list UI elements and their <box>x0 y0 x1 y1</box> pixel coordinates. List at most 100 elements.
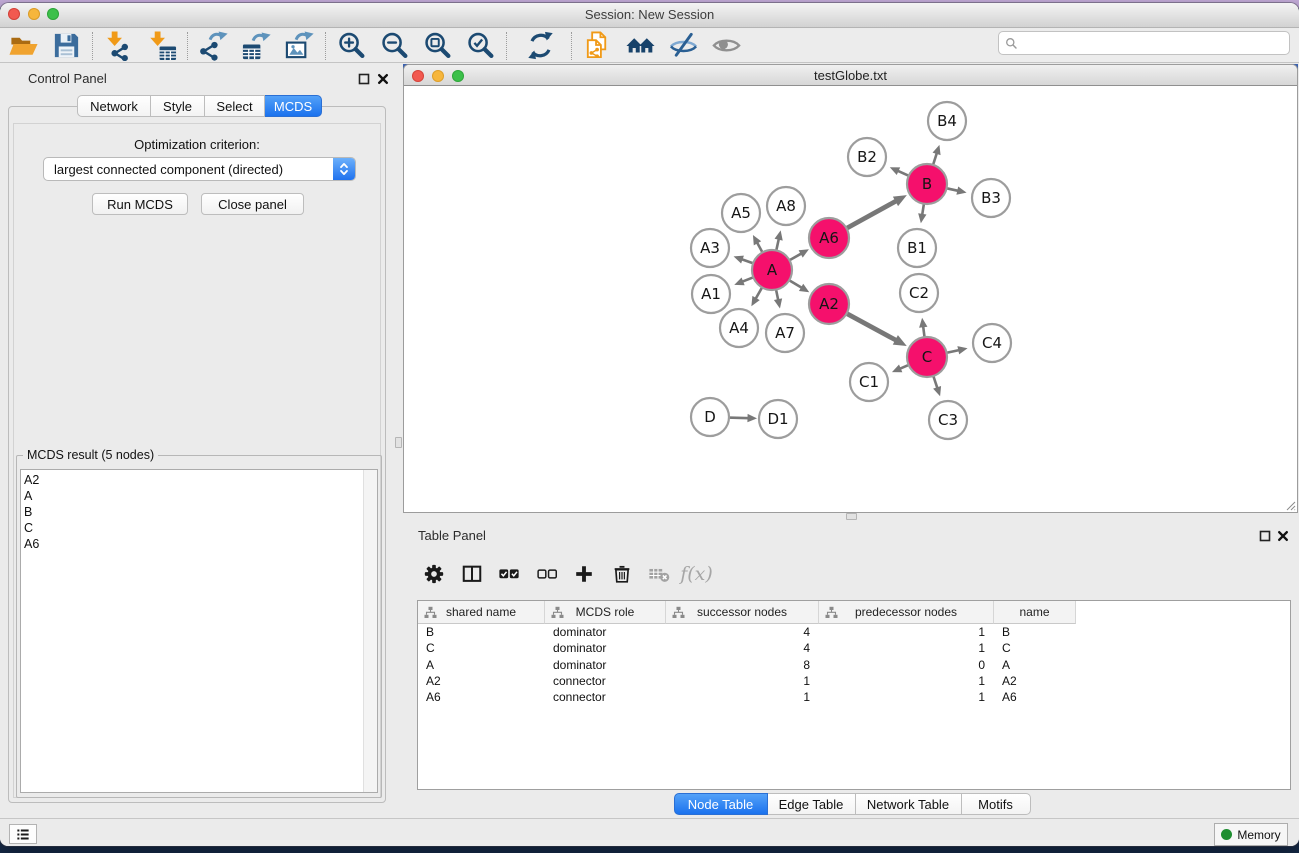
window-titlebar: Session: New Session <box>0 3 1299 28</box>
duplicate-network-button[interactable] <box>580 29 614 63</box>
run-mcds-button[interactable]: Run MCDS <box>92 193 188 215</box>
gear-button[interactable] <box>423 562 445 586</box>
show-details-button[interactable] <box>709 29 743 63</box>
tab-node-table[interactable]: Node Table <box>674 793 768 815</box>
graph-edge-B-B3[interactable] <box>946 188 960 191</box>
graph-node-label: B2 <box>857 148 877 166</box>
graph-edge-D-D1[interactable] <box>728 418 750 419</box>
graph-node-label: C3 <box>938 411 958 429</box>
tab-motifs[interactable]: Motifs <box>962 793 1031 815</box>
table-cell: 4 <box>666 640 819 656</box>
select-all-button[interactable] <box>498 562 520 586</box>
tab-edge-table[interactable]: Edge Table <box>768 793 856 815</box>
result-item[interactable]: A6 <box>24 536 377 552</box>
graph-node-label: A5 <box>731 204 751 222</box>
result-item[interactable]: A <box>24 488 377 504</box>
tab-network[interactable]: Network <box>77 95 151 117</box>
export-image-button[interactable] <box>282 29 316 63</box>
delete-table-icon <box>648 563 670 585</box>
unselect-all-button[interactable] <box>536 562 558 586</box>
open-session-button[interactable] <box>6 29 40 63</box>
table-cell: A6 <box>994 689 1076 705</box>
mcds-result-title: MCDS result (5 nodes) <box>23 448 158 462</box>
table-panel-title: Table Panel <box>418 528 486 543</box>
toolbar-separator <box>187 32 188 60</box>
network-canvas[interactable]: B4B2BB3A5A8A6A3B1AC2A1A2A4A7C4CC1C3DD1 <box>404 87 1297 512</box>
tab-network-table[interactable]: Network Table <box>856 793 962 815</box>
select-all-icon <box>498 563 520 585</box>
table-row[interactable]: A6connector11A6 <box>418 689 1290 705</box>
refresh-button[interactable] <box>523 29 557 63</box>
graph-edge-B-B4[interactable] <box>933 152 937 166</box>
hide-details-button[interactable] <box>666 29 700 63</box>
result-item[interactable]: C <box>24 520 377 536</box>
graph-edge-A-A2[interactable] <box>788 280 802 289</box>
table-row[interactable]: A2connector11A2 <box>418 673 1290 689</box>
duplicate-network-icon <box>582 30 613 61</box>
delete-row-button[interactable] <box>611 562 633 586</box>
table-row[interactable]: Adominator80A <box>418 657 1290 673</box>
search-input[interactable] <box>1022 34 1289 52</box>
graph-arrowhead <box>774 298 782 308</box>
close-panel-icon[interactable] <box>1277 530 1289 542</box>
column-header-predecessor-nodes[interactable]: predecessor nodes <box>819 601 994 624</box>
graph-edge-A-A4[interactable] <box>755 287 763 300</box>
column-header-shared-name[interactable]: shared name <box>418 601 545 624</box>
tab-style[interactable]: Style <box>151 95 205 117</box>
add-row-button[interactable] <box>573 562 595 586</box>
graph-edge-A-A8[interactable] <box>776 238 779 252</box>
table-row[interactable]: Cdominator41C <box>418 640 1290 656</box>
close-panel-icon[interactable] <box>377 73 389 85</box>
fx-button[interactable]: f(x) <box>686 562 708 586</box>
import-table-button[interactable] <box>144 29 178 63</box>
table-panel: Table Panel f(x) shared nameMCDS rolesuc… <box>405 520 1299 818</box>
graph-edge-A2-C[interactable] <box>846 313 897 341</box>
float-panel-icon[interactable] <box>358 73 370 85</box>
criterion-dropdown[interactable]: largest connected component (directed) <box>43 157 356 181</box>
import-network-button[interactable] <box>101 29 135 63</box>
graph-arrowhead <box>919 318 927 328</box>
export-table-button[interactable] <box>239 29 273 63</box>
table-body: Bdominator41BCdominator41CAdominator80AA… <box>418 624 1290 789</box>
graph-edge-A-A3[interactable] <box>741 259 754 264</box>
zoom-out-button[interactable] <box>377 29 411 63</box>
graph-edge-A-A1[interactable] <box>741 277 754 282</box>
graph-edge-C-C3[interactable] <box>933 375 938 389</box>
graph-arrowhead <box>747 414 757 422</box>
graph-node-label: C1 <box>859 373 879 391</box>
column-header-name[interactable]: name <box>994 601 1076 624</box>
zoom-in-button[interactable] <box>334 29 368 63</box>
column-header-mcds-role[interactable]: MCDS role <box>545 601 666 624</box>
close-panel-button[interactable]: Close panel <box>201 193 304 215</box>
graph-edge-A6-B[interactable] <box>846 200 898 228</box>
import-table-icon <box>146 30 177 61</box>
graph-arrowhead <box>957 346 967 354</box>
memory-button[interactable]: Memory <box>1214 823 1288 846</box>
delete-table-button[interactable] <box>648 562 670 586</box>
zoom-selected-button[interactable] <box>463 29 497 63</box>
tab-select[interactable]: Select <box>205 95 265 117</box>
zoom-fit-button[interactable] <box>420 29 454 63</box>
toolbar-separator <box>92 32 93 60</box>
split-columns-button[interactable] <box>461 562 483 586</box>
horizontal-splitter-grip[interactable] <box>846 513 857 520</box>
save-session-button[interactable] <box>49 29 83 63</box>
result-item[interactable]: B <box>24 504 377 520</box>
column-header-successor-nodes[interactable]: successor nodes <box>666 601 819 624</box>
tab-mcds[interactable]: MCDS <box>265 95 322 117</box>
graph-edge-B-B2[interactable] <box>897 170 910 176</box>
table-row[interactable]: Bdominator41B <box>418 624 1290 640</box>
zoom-out-icon <box>379 30 410 61</box>
result-item[interactable]: A2 <box>24 472 377 488</box>
export-network-button[interactable] <box>196 29 230 63</box>
browser-button[interactable] <box>623 29 657 63</box>
graph-edge-C-C4[interactable] <box>946 350 961 353</box>
table-cell: A6 <box>418 689 545 705</box>
show-details-icon <box>711 30 742 61</box>
float-panel-icon[interactable] <box>1259 530 1271 542</box>
vertical-splitter-grip[interactable] <box>395 437 402 448</box>
result-list-scrollbar[interactable] <box>363 470 377 792</box>
task-history-button[interactable] <box>9 824 37 844</box>
resize-grip-icon[interactable] <box>1284 499 1296 511</box>
graph-edge-A-A6[interactable] <box>789 253 803 261</box>
